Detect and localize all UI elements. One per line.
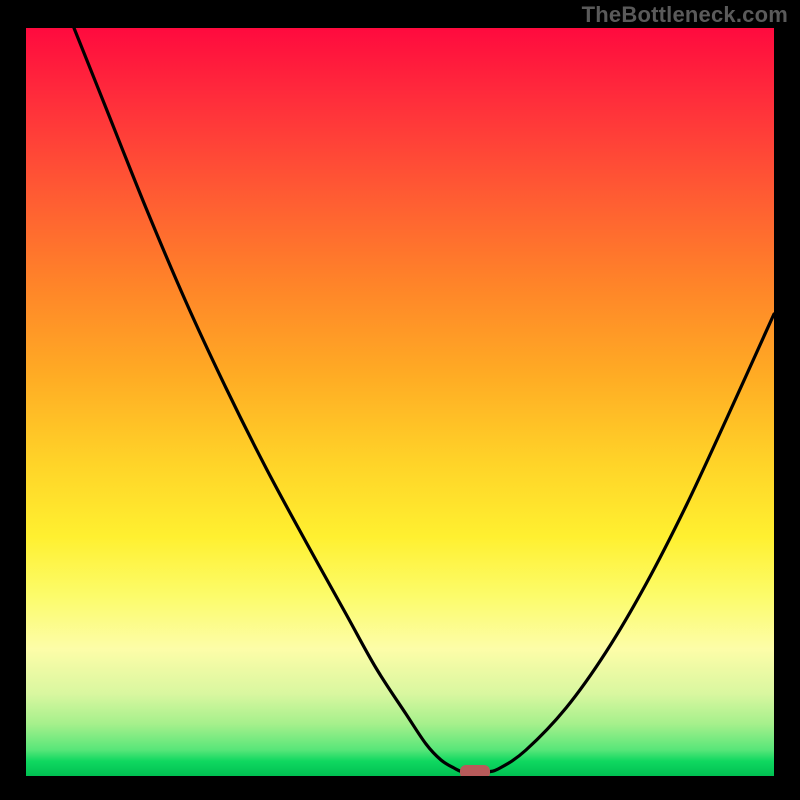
plot-area — [26, 28, 774, 776]
chart-frame: TheBottleneck.com — [0, 0, 800, 800]
chart-svg — [26, 28, 774, 776]
watermark-text: TheBottleneck.com — [582, 2, 788, 28]
bottleneck-curve-line — [74, 28, 774, 773]
optimum-marker — [460, 765, 490, 776]
